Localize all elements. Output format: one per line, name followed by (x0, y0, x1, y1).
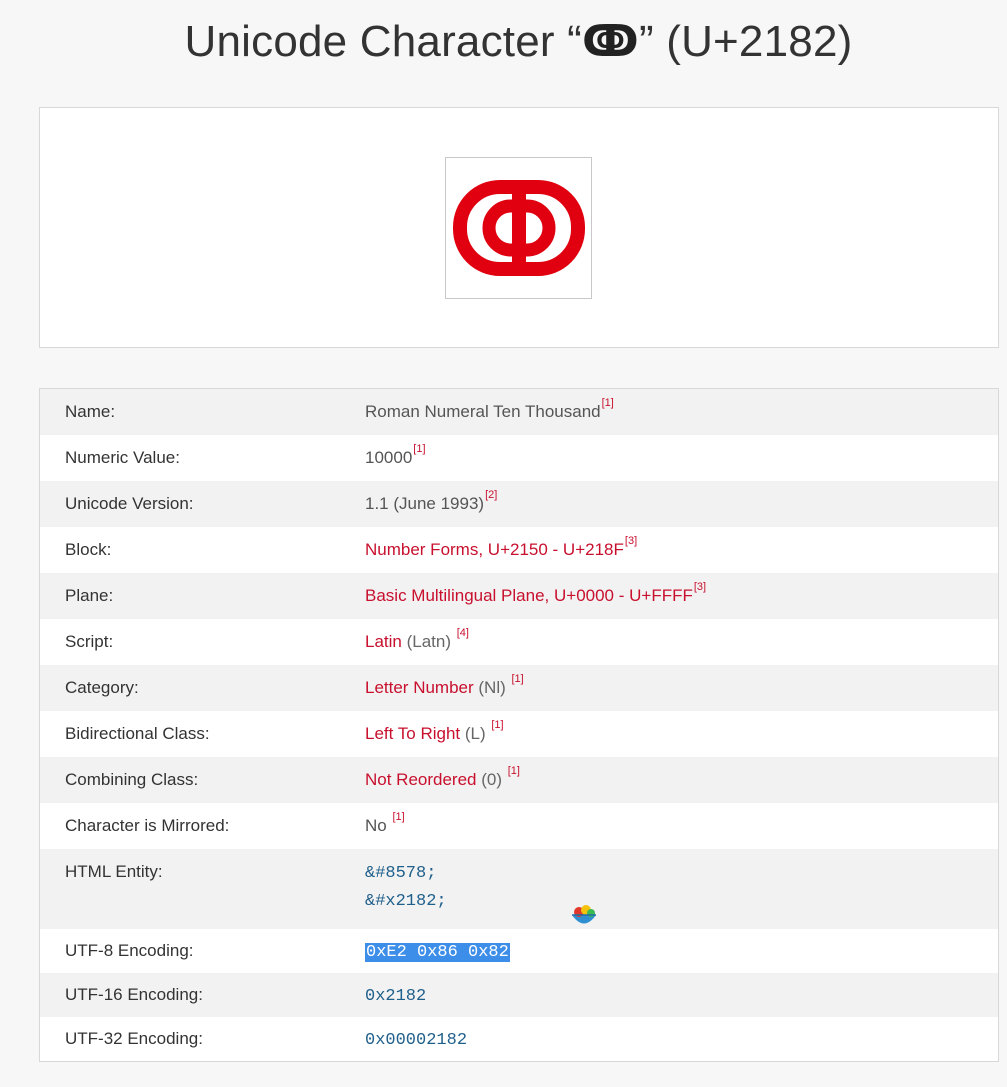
row-value: Number Forms, U+2150 - U+218F[3] (365, 535, 637, 560)
combining-class-code: (0) (476, 770, 507, 789)
row-label: UTF-16 Encoding: (65, 985, 203, 1004)
table-row-block: Block: Number Forms, U+2150 - U+218F[3] (40, 527, 998, 573)
row-label: UTF-32 Encoding: (65, 1029, 203, 1048)
row-label: Plane: (65, 586, 114, 605)
table-row-mirrored: Character is Mirrored: No [1] (40, 803, 998, 849)
row-value: Roman Numeral Ten Thousand[1] (365, 397, 614, 422)
table-row-plane: Plane: Basic Multilingual Plane, U+0000 … (40, 573, 998, 619)
plane-link[interactable]: Basic Multilingual Plane, U+0000 - U+FFF… (365, 586, 693, 605)
reference-link[interactable]: [2] (485, 489, 497, 501)
row-label: Numeric Value: (65, 448, 180, 467)
reference-link[interactable]: [1] (602, 397, 614, 409)
table-row-utf16: UTF-16 Encoding: 0x2182 (40, 973, 998, 1017)
mirrored-value: No (365, 816, 392, 835)
table-row-utf8: UTF-8 Encoding: 0xE2 0x86 0x82 (40, 929, 998, 973)
reference-link[interactable]: [1] (508, 765, 520, 777)
unicode-version-value: 1.1 (June 1993) (365, 494, 485, 513)
reference-link[interactable]: [4] (457, 627, 469, 639)
page-title-char: ↂ (582, 17, 639, 66)
row-value: &#8578; &#x2182; (365, 860, 447, 916)
reference-link[interactable]: [3] (625, 535, 637, 547)
translate-extension-icon[interactable] (570, 902, 598, 930)
reference-link[interactable]: [1] (491, 719, 503, 731)
reference-link[interactable]: [1] (512, 673, 524, 685)
row-value: 10000[1] (365, 443, 426, 468)
table-row-html-entity: HTML Entity: &#8578; &#x2182; (40, 849, 998, 929)
table-row-script: Script: Latin (Latn) [4] (40, 619, 998, 665)
reference-link[interactable]: [1] (413, 443, 425, 455)
row-value: 0x2182 (365, 985, 426, 1006)
category-link[interactable]: Letter Number (365, 678, 474, 697)
table-row-name: Name: Roman Numeral Ten Thousand[1] (40, 389, 998, 435)
bowl-icon (572, 905, 596, 924)
row-label: HTML Entity: (65, 862, 163, 881)
roman-numeral-ten-thousand-glyph-icon (452, 180, 585, 276)
row-label: Bidirectional Class: (65, 724, 210, 743)
table-row-numeric-value: Numeric Value: 10000[1] (40, 435, 998, 481)
reference-link[interactable]: [3] (694, 581, 706, 593)
bidi-class-link[interactable]: Left To Right (365, 724, 460, 743)
row-value: 0x00002182 (365, 1029, 467, 1050)
combining-class-link[interactable]: Not Reordered (365, 770, 477, 789)
page-title-suffix: ” (U+2182) (638, 17, 853, 66)
block-link[interactable]: Number Forms, U+2150 - U+218F (365, 540, 624, 559)
row-label: Block: (65, 540, 112, 559)
glyph-preview (445, 157, 592, 299)
name-value: Roman Numeral Ten Thousand (365, 402, 601, 421)
row-value: Left To Right (L) [1] (365, 719, 504, 744)
script-code: (Latn) (401, 632, 456, 651)
utf8-encoding-value[interactable]: 0xE2 0x86 0x82 (365, 943, 510, 962)
row-value: Letter Number (Nl) [1] (365, 673, 524, 698)
utf16-encoding-value[interactable]: 0x2182 (365, 987, 426, 1006)
table-row-unicode-version: Unicode Version: 1.1 (June 1993)[2] (40, 481, 998, 527)
row-value: Not Reordered (0) [1] (365, 765, 520, 790)
page-title: Unicode Character “ↂ” (U+2182) (0, 14, 1007, 70)
row-value: Latin (Latn) [4] (365, 627, 469, 652)
row-value: 1.1 (June 1993)[2] (365, 489, 497, 514)
row-label: Name: (65, 402, 116, 421)
character-info-table: Name: Roman Numeral Ten Thousand[1] Nume… (39, 388, 999, 1062)
category-code: (Nl) (473, 678, 511, 697)
row-value: Basic Multilingual Plane, U+0000 - U+FFF… (365, 581, 706, 606)
table-row-combining-class: Combining Class: Not Reordered (0) [1] (40, 757, 998, 803)
row-label: Category: (65, 678, 139, 697)
bidi-class-code: (L) (460, 724, 491, 743)
row-label: Character is Mirrored: (65, 816, 230, 835)
row-label: Script: (65, 632, 114, 651)
row-value: No [1] (365, 811, 405, 836)
glyph-panel (39, 107, 999, 348)
utf32-encoding-value[interactable]: 0x00002182 (365, 1031, 467, 1050)
html-entity-decimal[interactable]: &#8578; (365, 860, 447, 888)
row-label: Unicode Version: (65, 494, 194, 513)
page-title-prefix: Unicode Character “ (184, 17, 583, 66)
table-row-category: Category: Letter Number (Nl) [1] (40, 665, 998, 711)
reference-link[interactable]: [1] (392, 811, 404, 823)
row-label: UTF-8 Encoding: (65, 941, 194, 960)
table-row-bidirectional-class: Bidirectional Class: Left To Right (L) [… (40, 711, 998, 757)
table-row-utf32: UTF-32 Encoding: 0x00002182 (40, 1017, 998, 1061)
row-label: Combining Class: (65, 770, 199, 789)
numeric-value: 10000 (365, 448, 413, 467)
html-entity-hex[interactable]: &#x2182; (365, 888, 447, 916)
row-value: 0xE2 0x86 0x82 (365, 941, 510, 962)
script-link[interactable]: Latin (365, 632, 402, 651)
